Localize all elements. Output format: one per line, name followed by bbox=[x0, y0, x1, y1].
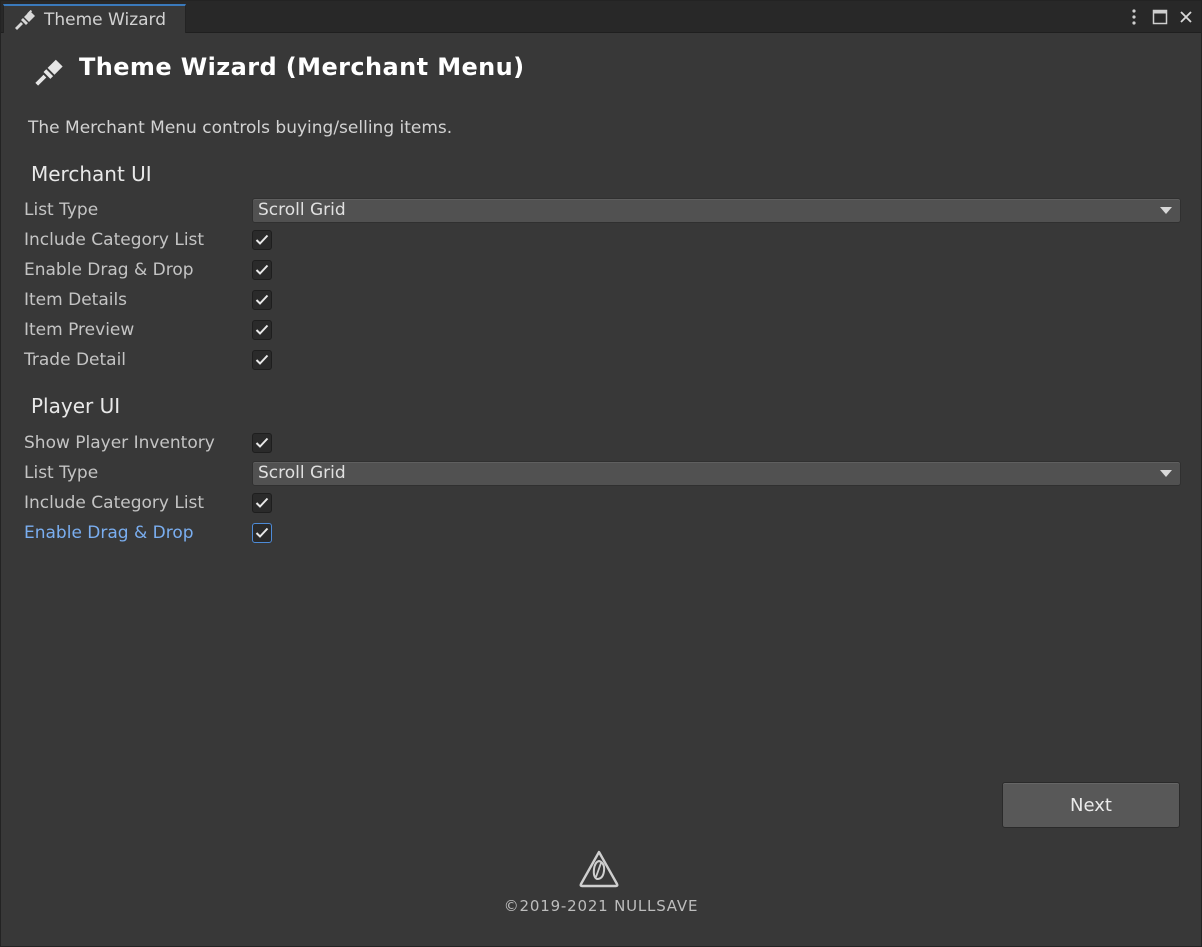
maximize-icon[interactable] bbox=[1151, 7, 1169, 27]
merchant-item-preview-label: Item Preview bbox=[24, 320, 135, 340]
wizard-header: Theme Wizard (Merchant Menu) bbox=[31, 47, 525, 87]
player-show-inventory-label: Show Player Inventory bbox=[24, 433, 215, 453]
checkmark-icon bbox=[255, 354, 269, 365]
player-list-type-dropdown[interactable]: Scroll Grid bbox=[252, 460, 1181, 486]
player-list-type-value: Scroll Grid bbox=[258, 463, 346, 483]
more-vert-icon[interactable] bbox=[1125, 7, 1143, 27]
player-list-type-label: List Type bbox=[24, 463, 99, 483]
merchant-list-type-label: List Type bbox=[24, 200, 99, 220]
window-controls bbox=[1125, 6, 1195, 28]
merchant-option-row: Item Details bbox=[24, 286, 1184, 314]
checkmark-icon bbox=[255, 437, 269, 448]
merchant-trade-detail-label: Trade Detail bbox=[24, 350, 127, 370]
tab-bar: Theme Wizard bbox=[1, 1, 1201, 33]
merchant-list-type-value: Scroll Grid bbox=[258, 200, 346, 220]
merchant-option-row: Enable Drag & Drop bbox=[24, 256, 1184, 284]
player-include-category-checkbox[interactable] bbox=[252, 493, 272, 513]
copyright-text: ©2019-2021 NULLSAVE bbox=[503, 897, 699, 915]
close-icon[interactable] bbox=[1177, 7, 1195, 27]
merchant-list-type-row: List Type Scroll Grid bbox=[24, 196, 1184, 224]
theme-wizard-window: Theme Wizard Theme Wizard (Merchant Menu… bbox=[0, 0, 1202, 947]
merchant-list-type-dropdown[interactable]: Scroll Grid bbox=[252, 197, 1181, 223]
merchant-item-details-label: Item Details bbox=[24, 290, 128, 310]
merchant-drag-drop-label: Enable Drag & Drop bbox=[24, 260, 194, 280]
checkmark-icon bbox=[255, 264, 269, 275]
checkmark-icon bbox=[255, 527, 269, 538]
dropdown-arrow-icon bbox=[1160, 469, 1172, 477]
player-ui-section-title: Player UI bbox=[31, 394, 121, 418]
merchant-ui-section-title: Merchant UI bbox=[31, 162, 152, 186]
merchant-include-category-checkbox[interactable] bbox=[252, 230, 272, 250]
merchant-option-row: Item Preview bbox=[24, 316, 1184, 344]
description-text: The Merchant Menu controls buying/sellin… bbox=[28, 118, 453, 138]
checkmark-icon bbox=[255, 234, 269, 245]
merchant-drag-drop-checkbox[interactable] bbox=[252, 260, 272, 280]
nullsave-logo-icon bbox=[577, 849, 621, 889]
merchant-trade-detail-checkbox[interactable] bbox=[252, 350, 272, 370]
checkmark-icon bbox=[255, 497, 269, 508]
tab-theme-wizard[interactable]: Theme Wizard bbox=[3, 4, 186, 33]
merchant-item-details-checkbox[interactable] bbox=[252, 290, 272, 310]
player-drag-drop-label: Enable Drag & Drop bbox=[24, 523, 194, 543]
merchant-option-row: Include Category List bbox=[24, 226, 1184, 254]
player-option-row: Show Player Inventory bbox=[24, 429, 1184, 457]
checkmark-icon bbox=[255, 324, 269, 335]
merchant-include-category-label: Include Category List bbox=[24, 230, 205, 250]
merchant-option-row: Trade Detail bbox=[24, 346, 1184, 374]
paintbrush-icon bbox=[31, 54, 67, 90]
page-title: Theme Wizard (Merchant Menu) bbox=[79, 53, 525, 81]
player-option-row: Include Category List bbox=[24, 489, 1184, 517]
player-option-row: Enable Drag & Drop bbox=[24, 519, 1184, 547]
tab-title: Theme Wizard bbox=[44, 9, 167, 30]
merchant-item-preview-checkbox[interactable] bbox=[252, 320, 272, 340]
dropdown-arrow-icon bbox=[1160, 206, 1172, 214]
player-drag-drop-checkbox[interactable] bbox=[252, 523, 272, 543]
paintbrush-icon bbox=[14, 9, 36, 30]
checkmark-icon bbox=[255, 294, 269, 305]
next-button[interactable]: Next bbox=[1002, 782, 1180, 828]
player-include-category-label: Include Category List bbox=[24, 493, 205, 513]
player-list-type-row: List Type Scroll Grid bbox=[24, 459, 1184, 487]
player-show-inventory-checkbox[interactable] bbox=[252, 433, 272, 453]
